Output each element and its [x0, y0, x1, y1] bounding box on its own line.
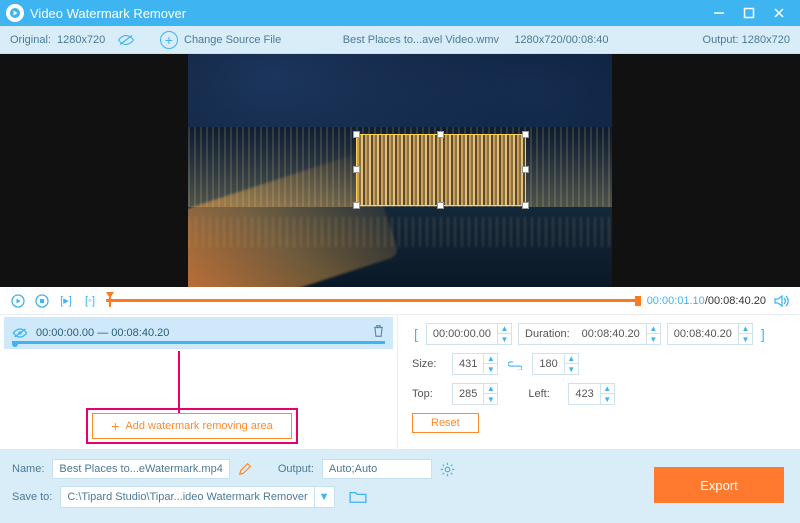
total-time: 00:08:40.20 [708, 295, 766, 307]
link-aspect-icon[interactable] [504, 358, 526, 370]
top-label: Top: [412, 388, 446, 400]
titlebar: Video Watermark Remover [0, 0, 800, 26]
close-button[interactable] [764, 3, 794, 23]
volume-icon[interactable] [774, 294, 790, 308]
rename-icon[interactable] [238, 462, 252, 476]
start-time-input[interactable]: 00:00:00.00▲▼ [426, 323, 512, 345]
current-time: 00:00:01.10 [647, 295, 705, 307]
preview-toggle-icon[interactable] [117, 34, 135, 46]
output-name-field[interactable]: Best Places to...eWatermark.mp4 [52, 459, 229, 479]
spin-up[interactable]: ▲ [739, 323, 752, 334]
delete-segment-icon[interactable] [372, 324, 385, 338]
mark-in-button[interactable]: [▸] [58, 293, 74, 309]
app-logo-icon [6, 4, 24, 22]
segment-playhead[interactable] [12, 341, 18, 347]
watermark-selection-box[interactable] [356, 134, 526, 206]
spin-down[interactable]: ▼ [601, 394, 614, 405]
spin-up[interactable]: ▲ [498, 323, 511, 334]
output-format-label: Output: [278, 463, 314, 475]
add-watermark-area-button[interactable]: + Add watermark removing area [92, 413, 292, 439]
top-input[interactable]: 285▲▼ [452, 383, 498, 405]
playback-bar: [▸] [◦] 00:00:01.10/00:08:40.20 [0, 287, 800, 315]
output-value: 1280x720 [742, 34, 790, 46]
spin-down[interactable]: ▼ [484, 364, 497, 375]
duration-input[interactable]: Duration:00:08:40.20▲▼ [518, 323, 661, 345]
top-toolbar: Original: 1280x720 + Change Source File … [0, 26, 800, 54]
output-format-field[interactable]: Auto;Auto [322, 459, 432, 479]
resize-handle-bl[interactable] [353, 202, 360, 209]
play-button[interactable] [10, 293, 26, 309]
resize-handle-tr[interactable] [522, 131, 529, 138]
saveto-value: C:\Tipard Studio\Tipar...ideo Watermark … [67, 491, 307, 503]
timecode-display: 00:00:01.10/00:08:40.20 [647, 295, 766, 307]
name-label: Name: [12, 463, 44, 475]
stop-button[interactable] [34, 293, 50, 309]
segment-track[interactable] [12, 341, 385, 344]
maximize-button[interactable] [734, 3, 764, 23]
resize-handle-bm[interactable] [437, 202, 444, 209]
saveto-label: Save to: [12, 491, 52, 503]
size-label: Size: [412, 358, 446, 370]
spin-down[interactable]: ▼ [565, 364, 578, 375]
export-button[interactable]: Export [654, 467, 784, 503]
add-area-label: Add watermark removing area [125, 420, 272, 432]
annotation-arrow [178, 351, 180, 419]
resize-handle-ml[interactable] [353, 166, 360, 173]
spin-up[interactable]: ▲ [601, 383, 614, 394]
saveto-dropdown-icon[interactable]: ▼ [315, 486, 335, 508]
timeline-slider[interactable] [106, 294, 639, 308]
spin-up[interactable]: ▲ [484, 383, 497, 394]
bottom-bar: Name: Best Places to...eWatermark.mp4 Ou… [0, 449, 800, 523]
width-input[interactable]: 431▲▼ [452, 353, 498, 375]
spin-up[interactable]: ▲ [484, 353, 497, 364]
end-time-input[interactable]: 00:08:40.20▲▼ [667, 323, 753, 345]
reset-button[interactable]: Reset [412, 413, 479, 433]
file-dimensions: 1280x720/00:08:40 [514, 34, 608, 46]
output-resolution: Output: 1280x720 [670, 34, 790, 46]
plus-circle-icon: + [160, 31, 178, 49]
spin-up[interactable]: ▲ [565, 353, 578, 364]
original-value: 1280x720 [57, 34, 105, 46]
resize-handle-tl[interactable] [353, 131, 360, 138]
spin-up[interactable]: ▲ [647, 323, 660, 334]
left-label: Left: [528, 388, 562, 400]
spin-down[interactable]: ▼ [484, 394, 497, 405]
file-meta: Best Places to...avel Video.wmv 1280x720… [281, 34, 670, 46]
properties-pane: [ 00:00:00.00▲▼ Duration:00:08:40.20▲▼ 0… [398, 315, 800, 449]
segment-item[interactable]: 00:00:00.00 — 00:08:40.20 [4, 317, 393, 349]
middle-row: 00:00:00.00 — 00:08:40.20 + Add watermar… [0, 315, 800, 449]
original-label: Original: [10, 34, 51, 46]
segments-pane: 00:00:00.00 — 00:08:40.20 + Add watermar… [0, 315, 398, 449]
spin-down[interactable]: ▼ [647, 334, 660, 345]
height-input[interactable]: 180▲▼ [532, 353, 578, 375]
resize-handle-mr[interactable] [522, 166, 529, 173]
file-title: Best Places to...avel Video.wmv [343, 34, 499, 46]
video-stage [0, 54, 800, 287]
saveto-path-select[interactable]: C:\Tipard Studio\Tipar...ideo Watermark … [60, 486, 334, 508]
spin-down[interactable]: ▼ [498, 334, 511, 345]
output-label: Output: [703, 34, 739, 46]
bracket-start-button[interactable]: [ [412, 326, 420, 342]
output-settings-icon[interactable] [440, 462, 455, 477]
plus-icon: + [111, 419, 119, 433]
segment-range: 00:00:00.00 — 00:08:40.20 [36, 327, 169, 339]
resize-handle-tm[interactable] [437, 131, 444, 138]
visibility-icon[interactable] [12, 327, 28, 339]
open-folder-icon[interactable] [349, 490, 367, 504]
minimize-button[interactable] [704, 3, 734, 23]
app-title: Video Watermark Remover [30, 6, 186, 21]
bracket-end-button[interactable]: ] [759, 326, 767, 342]
change-source-label: Change Source File [184, 34, 281, 46]
playhead[interactable] [106, 292, 114, 308]
mark-out-button[interactable]: [◦] [82, 293, 98, 309]
change-source-button[interactable]: + Change Source File [160, 31, 281, 49]
left-input[interactable]: 423▲▼ [568, 383, 614, 405]
resize-handle-br[interactable] [522, 202, 529, 209]
original-resolution: Original: 1280x720 [10, 34, 160, 46]
spin-down[interactable]: ▼ [739, 334, 752, 345]
video-preview[interactable] [188, 54, 612, 287]
